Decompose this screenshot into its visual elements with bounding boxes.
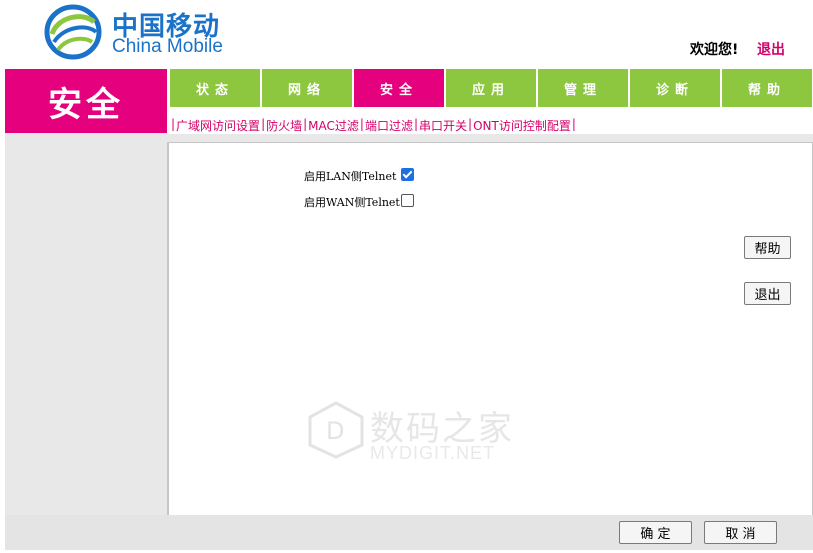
cancel-button[interactable]: 取 消: [704, 521, 777, 544]
lan-telnet-label: 启用LAN侧Telnet: [304, 170, 397, 183]
sidebar: [5, 133, 167, 515]
tab-status[interactable]: 状态: [170, 69, 260, 107]
tab-network[interactable]: 网络: [262, 69, 352, 107]
tab-application[interactable]: 应用: [446, 69, 536, 107]
welcome-text: 欢迎您!: [690, 42, 739, 58]
china-mobile-logo: 中国移动 China Mobile: [44, 4, 244, 62]
logout-link[interactable]: 退出: [757, 39, 785, 59]
subnav-mac-filter[interactable]: MAC过滤: [308, 117, 359, 134]
tab-help[interactable]: 帮助: [722, 69, 812, 107]
wan-telnet-checkbox[interactable]: [401, 194, 414, 207]
logo-english-text: China Mobile: [112, 36, 223, 57]
china-mobile-logo-icon: [44, 4, 102, 60]
watermark-en-text: MYDIGIT.NET: [370, 443, 496, 463]
subnav-firewall[interactable]: 防火墙: [266, 117, 302, 134]
subnav-serial-switch[interactable]: 串口开关: [419, 117, 467, 134]
main-nav: 状态 网络 安全 应用 管理 诊断 帮助: [170, 69, 813, 107]
subnav-port-filter[interactable]: 端口过滤: [365, 117, 413, 134]
footer-bar: 确 定 取 消: [5, 515, 813, 550]
tab-diagnostics[interactable]: 诊断: [630, 69, 720, 107]
section-title: 安全: [5, 69, 167, 133]
svg-text:D: D: [326, 417, 344, 445]
subnav-wan-access[interactable]: 广域网访问设置: [176, 117, 260, 134]
content-panel: 启用LAN侧Telnet 启用WAN侧Telnet 帮助 退出 D 数码之家 M…: [167, 142, 813, 515]
wan-telnet-label: 启用WAN侧Telnet: [304, 196, 400, 209]
tab-security[interactable]: 安全: [354, 69, 444, 107]
exit-button[interactable]: 退出: [744, 282, 791, 305]
watermark-logo-icon: D: [308, 401, 364, 459]
lan-telnet-checkbox[interactable]: [401, 168, 414, 181]
tab-management[interactable]: 管理: [538, 69, 628, 107]
confirm-button[interactable]: 确 定: [619, 521, 692, 544]
help-button[interactable]: 帮助: [744, 236, 791, 259]
watermark: D 数码之家 MYDIGIT.NET: [308, 401, 518, 465]
content-top-bar: [167, 134, 813, 142]
subnav-ont-access-control[interactable]: ONT访问控制配置: [473, 117, 571, 134]
sub-nav: | 广域网访问设置 | 防火墙 | MAC过滤 | 端口过滤 | 串口开关 | …: [171, 117, 576, 134]
